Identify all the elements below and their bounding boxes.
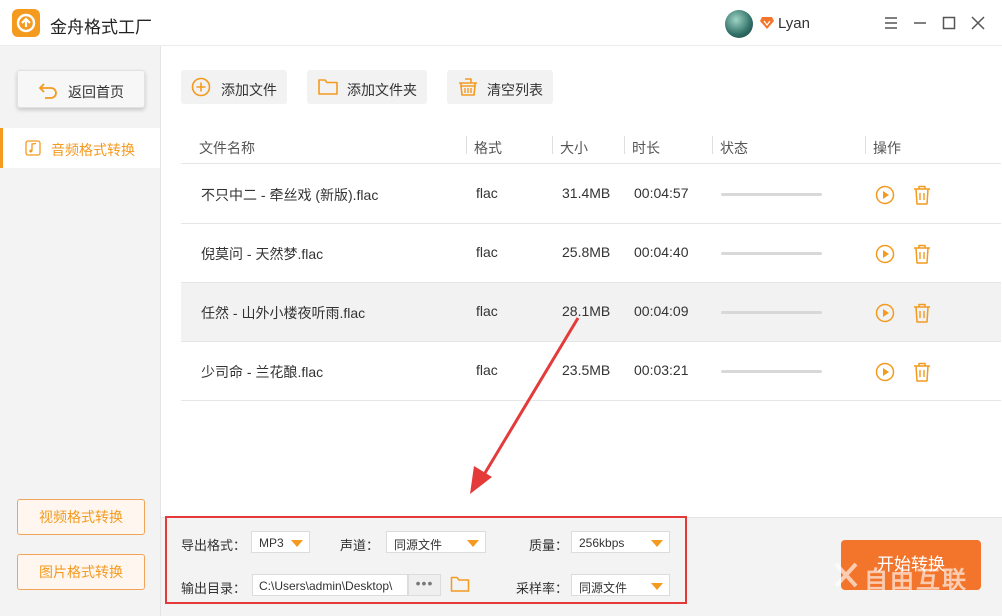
minimize-icon[interactable] xyxy=(911,14,929,32)
title-bar: 金舟格式工厂 Lyan xyxy=(0,0,1002,46)
add-file-label: 添加文件 xyxy=(221,82,277,98)
column-header-status: 状态 xyxy=(720,140,748,156)
menu-icon[interactable] xyxy=(882,14,900,32)
video-convert-button[interactable]: 视频格式转换 xyxy=(17,499,145,535)
maximize-icon[interactable] xyxy=(940,14,958,32)
column-divider xyxy=(624,136,625,154)
play-icon[interactable] xyxy=(875,362,895,382)
file-size: 23.5MB xyxy=(562,362,611,378)
column-header-name: 文件名称 xyxy=(199,140,255,156)
table-row[interactable]: 不只中二 - 牵丝戏 (新版).flac flac 31.4MB 00:04:5… xyxy=(181,165,1001,224)
watermark: 自由互联 xyxy=(832,556,1000,596)
add-file-button[interactable]: 添加文件 xyxy=(181,70,287,104)
back-arrow-icon xyxy=(38,83,57,99)
basket-icon xyxy=(459,78,477,96)
play-icon[interactable] xyxy=(875,244,895,264)
progress-bar xyxy=(721,311,822,314)
play-icon[interactable] xyxy=(875,303,895,323)
trash-icon[interactable] xyxy=(912,184,932,206)
add-folder-button[interactable]: 添加文件夹 xyxy=(307,70,427,104)
column-header-size: 大小 xyxy=(560,140,588,156)
user-avatar[interactable] xyxy=(725,10,753,38)
add-circle-icon xyxy=(191,77,211,97)
file-size: 28.1MB xyxy=(562,303,611,319)
file-duration: 00:04:57 xyxy=(634,185,689,201)
clear-list-button[interactable]: 清空列表 xyxy=(447,70,553,104)
play-icon[interactable] xyxy=(875,185,895,205)
add-folder-label: 添加文件夹 xyxy=(347,82,417,98)
trash-icon[interactable] xyxy=(912,361,932,383)
back-home-label: 返回首页 xyxy=(68,84,124,100)
file-duration: 00:03:21 xyxy=(634,362,689,378)
user-name[interactable]: Lyan xyxy=(778,15,810,32)
sidebar-item-label: 音频格式转换 xyxy=(51,142,135,158)
file-size: 31.4MB xyxy=(562,185,611,201)
clear-list-label: 清空列表 xyxy=(487,82,543,98)
file-format: flac xyxy=(476,185,498,201)
sidebar-item-audio-convert[interactable]: 音频格式转换 xyxy=(0,128,160,168)
progress-bar xyxy=(721,252,822,255)
file-name: 任然 - 山外小楼夜听雨.flac xyxy=(201,305,366,321)
column-header-actions: 操作 xyxy=(873,140,901,156)
column-divider xyxy=(712,136,713,154)
music-note-icon xyxy=(25,140,41,156)
image-convert-button[interactable]: 图片格式转换 xyxy=(17,554,145,590)
file-format: flac xyxy=(476,244,498,260)
file-format: flac xyxy=(476,303,498,319)
file-name: 少司命 - 兰花酿.flac xyxy=(201,364,324,380)
file-duration: 00:04:40 xyxy=(634,244,689,260)
watermark-text: 自由互联 xyxy=(864,567,968,594)
column-divider xyxy=(865,136,866,154)
sidebar: 返回首页 音频格式转换 视频格式转换 图片格式转换 xyxy=(0,46,161,616)
vip-diamond-icon xyxy=(760,17,774,29)
close-icon[interactable] xyxy=(969,14,987,32)
watermark-logo-icon xyxy=(834,562,858,588)
file-format: flac xyxy=(476,362,498,378)
table-row[interactable]: 倪莫问 - 天然梦.flac flac 25.8MB 00:04:40 xyxy=(181,224,1001,283)
column-header-duration: 时长 xyxy=(632,140,660,156)
folder-icon xyxy=(318,79,338,95)
app-logo-icon xyxy=(12,9,40,37)
back-home-button[interactable]: 返回首页 xyxy=(17,70,145,108)
progress-bar xyxy=(721,370,822,373)
trash-icon[interactable] xyxy=(912,243,932,265)
table-row[interactable]: 少司命 - 兰花酿.flac flac 23.5MB 00:03:21 xyxy=(181,342,1001,401)
progress-bar xyxy=(721,193,822,196)
file-duration: 00:04:09 xyxy=(634,303,689,319)
file-table-header: 文件名称 格式 大小 时长 状态 操作 xyxy=(181,128,1001,164)
file-name: 不只中二 - 牵丝戏 (新版).flac xyxy=(201,187,379,203)
file-size: 25.8MB xyxy=(562,244,611,260)
column-header-format: 格式 xyxy=(474,140,502,156)
column-divider xyxy=(466,136,467,154)
trash-icon[interactable] xyxy=(912,302,932,324)
file-name: 倪莫问 - 天然梦.flac xyxy=(201,246,324,262)
column-divider xyxy=(552,136,553,154)
annotation-highlight-box xyxy=(165,516,687,604)
app-title: 金舟格式工厂 xyxy=(50,18,152,37)
table-row[interactable]: 任然 - 山外小楼夜听雨.flac flac 28.1MB 00:04:09 xyxy=(181,283,1001,342)
